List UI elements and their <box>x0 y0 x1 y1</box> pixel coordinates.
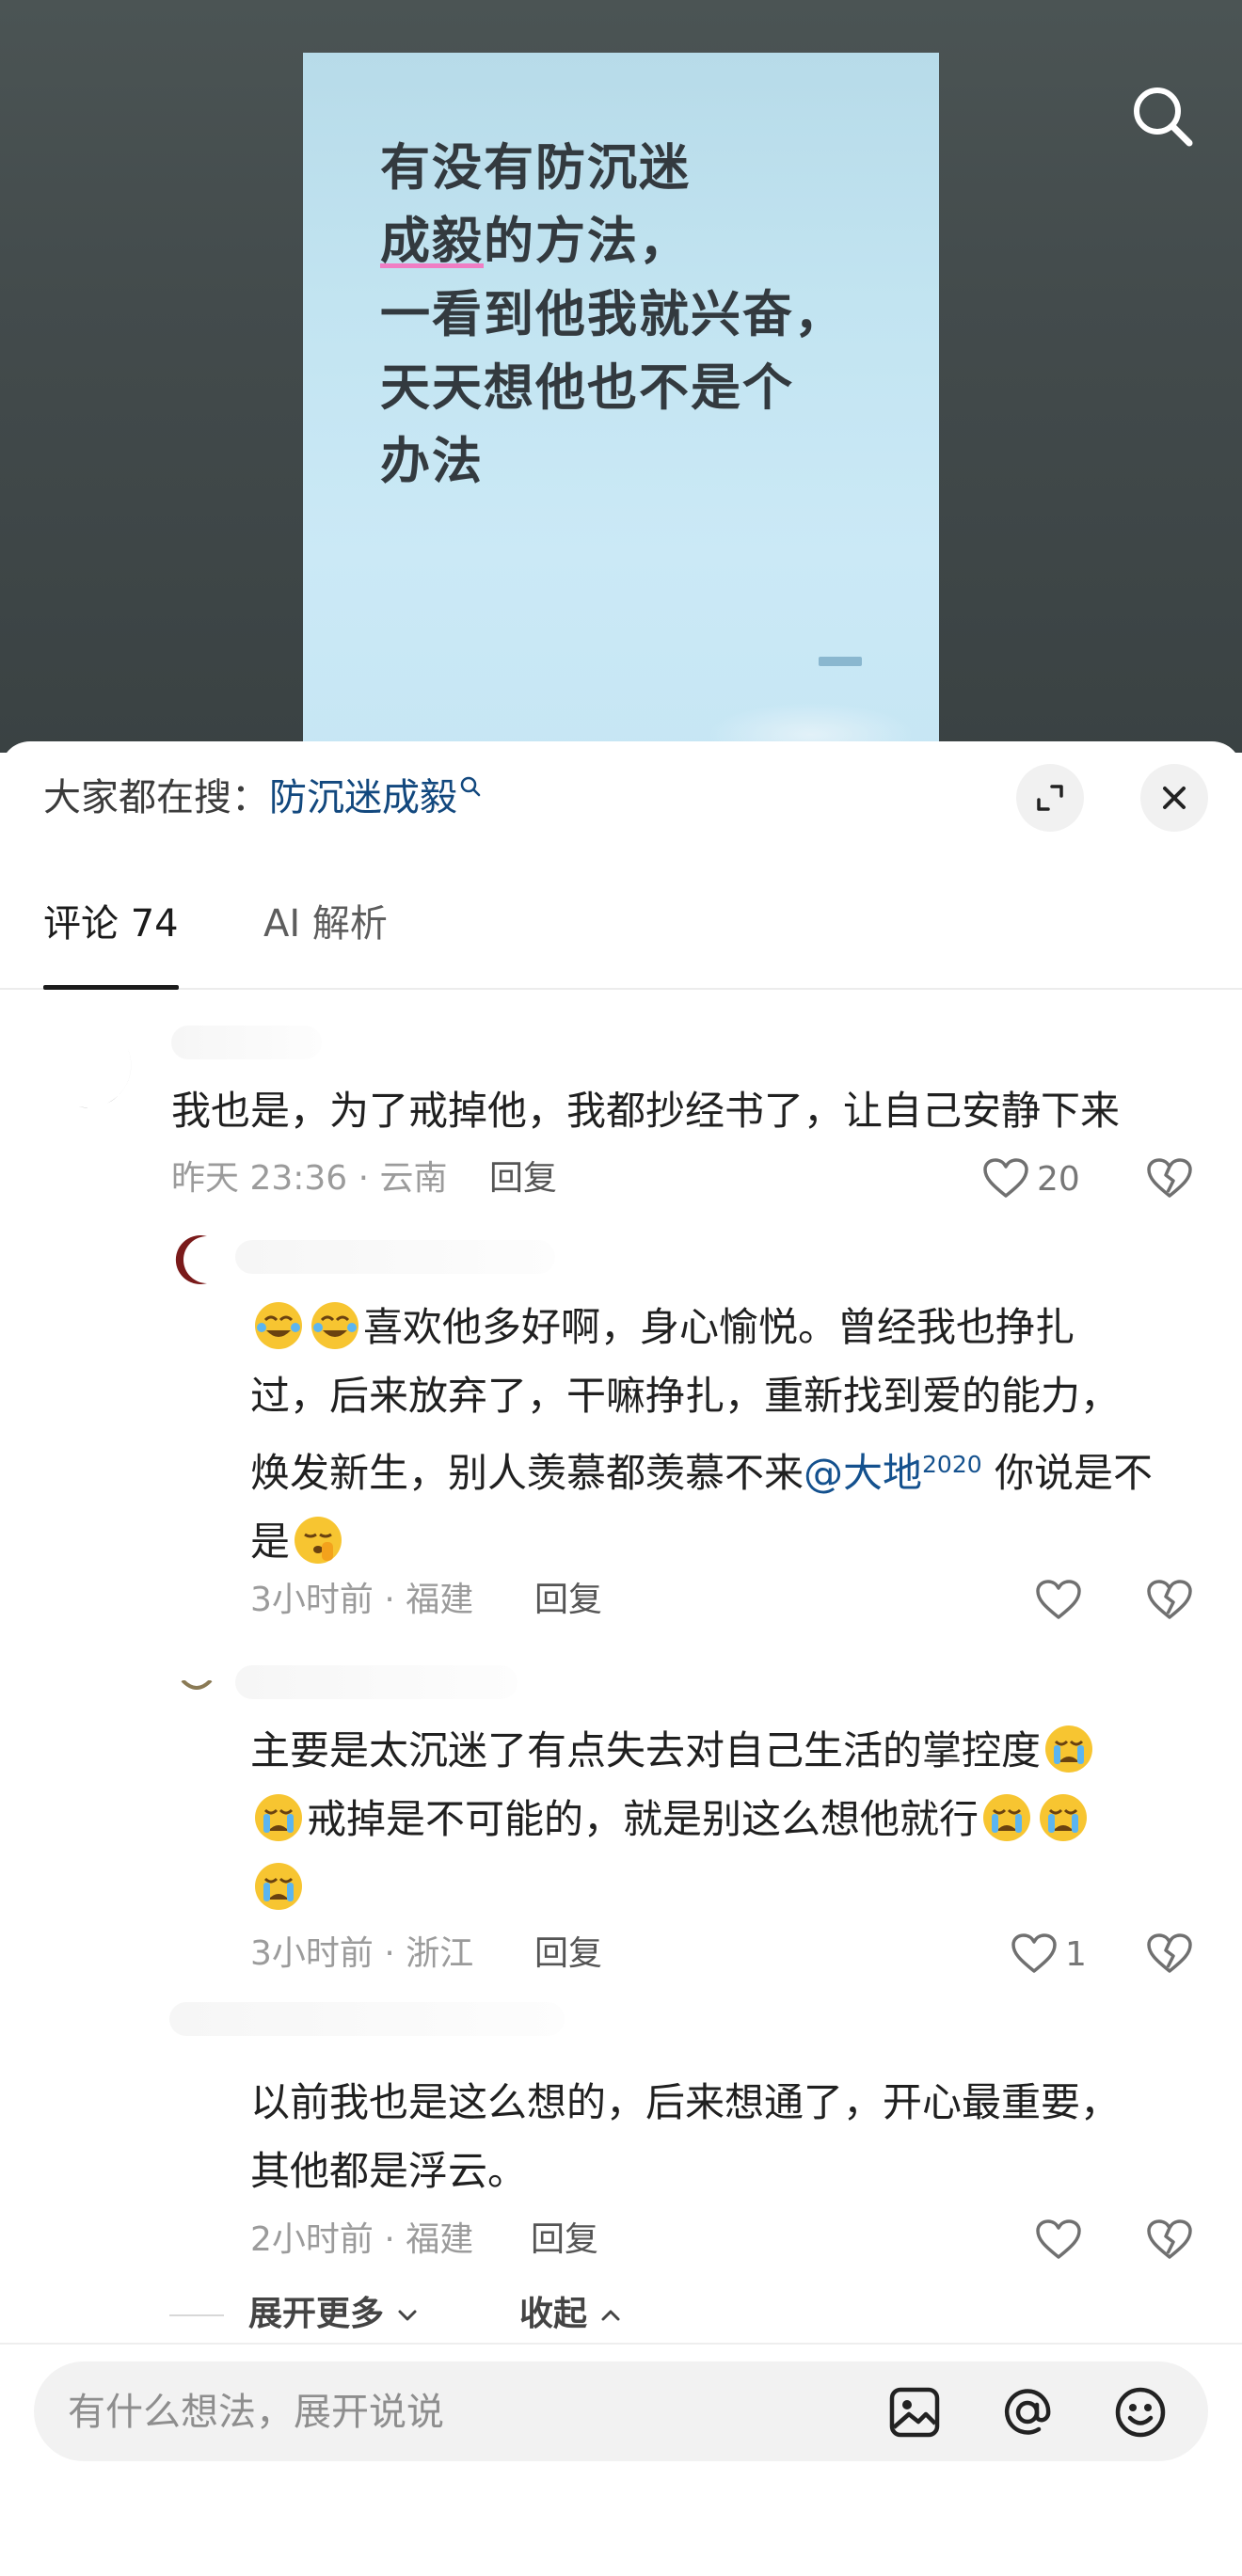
tab-ai-analysis[interactable]: AI 解析 <box>263 890 388 988</box>
caption-line-tail: 的方法， <box>484 213 691 270</box>
mention-button[interactable] <box>999 2384 1056 2441</box>
image-button[interactable] <box>886 2384 943 2441</box>
hot-search-prefix: 大家都在搜： <box>43 776 269 819</box>
crying-emoji-icon <box>255 1863 302 1910</box>
like-count: 20 <box>1037 1159 1080 1199</box>
reply-button[interactable]: 回复 <box>489 1155 557 1202</box>
comment-meta: 2小时前 · 福建 <box>250 2220 474 2259</box>
dislike-button[interactable] <box>1146 1931 1193 1978</box>
mention-link[interactable]: @大地 <box>804 1450 922 1496</box>
dislike-button[interactable] <box>1146 1155 1193 1202</box>
at-sign-icon <box>1004 2389 1051 2435</box>
broken-heart-icon <box>1147 1933 1192 1973</box>
avatar[interactable] <box>51 1024 149 1121</box>
username-blurred <box>169 2002 565 2036</box>
avatar[interactable] <box>169 1232 224 1287</box>
caption-line: 天天想他也不是个 <box>380 359 794 417</box>
comment-meta: 3小时前 · 福建 <box>250 1581 474 1619</box>
video-decoration <box>819 657 862 666</box>
comment-text: 以前我也是这么想的，后来想通了，开心最重要， 其他都是浮云。 <box>250 2079 1121 2194</box>
video-player[interactable]: 有没有防沉迷 成毅的方法， 一看到他我就兴奋， 天天想他也不是个 办法 <box>0 0 1242 768</box>
heart-icon <box>1011 1933 1057 1973</box>
hot-search-term[interactable]: 防沉迷成毅 <box>269 776 457 819</box>
broken-heart-icon <box>1147 2219 1192 2259</box>
like-button[interactable] <box>1035 2217 1090 2264</box>
expand-icon <box>1037 785 1063 811</box>
like-count: 1 <box>1065 1934 1087 1974</box>
comment-input[interactable] <box>66 2380 785 2444</box>
caption-underlined-word: 成毅 <box>380 213 484 270</box>
emoji-button[interactable] <box>1112 2384 1169 2441</box>
mention-superscript: 2020 <box>922 1451 982 1478</box>
broken-heart-icon <box>1147 1158 1192 1198</box>
close-button[interactable] <box>1140 764 1208 832</box>
crying-emoji-icon <box>983 1794 1031 1841</box>
avatar-moon-image <box>175 1235 207 1284</box>
chevron-up-icon <box>601 2310 620 2321</box>
reply-button[interactable]: 回复 <box>534 1931 602 1978</box>
hot-search-bar[interactable]: 大家都在搜：防沉迷成毅 <box>43 770 484 826</box>
comment-meta: 3小时前 · 浙江 <box>250 1934 474 1973</box>
comment-text: 喜欢他多好啊，身心愉悦。曾经我也挣扎 过，后来放弃了，干嘛挣扎，重新找到爱的能力… <box>250 1293 1153 1576</box>
username-blurred <box>235 1240 555 1274</box>
crying-emoji-icon <box>1045 1725 1093 1773</box>
broken-heart-icon <box>1147 1580 1192 1619</box>
like-button[interactable] <box>1035 1577 1090 1624</box>
chevron-down-icon <box>398 2310 417 2321</box>
caption-line: 一看到他我就兴奋， <box>380 286 846 343</box>
expand-fullscreen-button[interactable] <box>1016 764 1084 832</box>
image-icon <box>889 2387 940 2438</box>
search-icon <box>1134 87 1193 147</box>
search-button[interactable] <box>1125 79 1201 154</box>
close-icon <box>1163 787 1186 809</box>
comment-text: 主要是太沉迷了有点失去对自己生活的掌控度 戒掉是不可能的，就是别这么想他就行 <box>250 1716 1097 1922</box>
dislike-button[interactable] <box>1146 2217 1193 2264</box>
like-button[interactable]: 1 <box>1011 1931 1087 1978</box>
comment-composer <box>34 2361 1208 2461</box>
comment-tabs: 评论 74 AI 解析 <box>0 890 1242 990</box>
comment-meta: 昨天 23:36 · 云南 <box>171 1159 448 1198</box>
like-button[interactable]: 20 <box>982 1155 1080 1202</box>
crying-emoji-icon <box>255 1794 302 1841</box>
crying-laughing-emoji-icon <box>311 1302 358 1349</box>
dislike-button[interactable] <box>1146 1577 1193 1624</box>
crying-emoji-icon <box>1040 1794 1088 1841</box>
username-blurred <box>171 1026 322 1059</box>
tab-comments[interactable]: 评论 74 <box>43 890 179 990</box>
caption-line: 办法 <box>380 433 484 490</box>
heart-icon <box>1036 1580 1081 1619</box>
heart-icon <box>983 1158 1028 1198</box>
heart-icon <box>1036 2219 1081 2259</box>
shush-emoji-icon <box>295 1517 342 1564</box>
divider <box>0 2343 1242 2345</box>
smiley-icon <box>1115 2387 1166 2438</box>
username-blurred <box>235 1665 518 1699</box>
collapse-button[interactable]: 收起 <box>519 2286 624 2343</box>
search-icon <box>460 776 481 797</box>
expand-more-button[interactable]: 展开更多 <box>248 2286 421 2343</box>
avatar-moon-image <box>53 1026 147 1120</box>
reply-button[interactable]: 回复 <box>531 2217 598 2264</box>
video-frame: 有没有防沉迷 成毅的方法， 一看到他我就兴奋， 天天想他也不是个 办法 <box>303 53 939 768</box>
comment-text: 我也是，为了戒掉他，我都抄经书了，让自己安静下来 <box>171 1088 1121 1134</box>
video-caption: 有没有防沉迷 成毅的方法， 一看到他我就兴奋， 天天想他也不是个 办法 <box>380 132 907 499</box>
reply-button[interactable]: 回复 <box>534 1577 602 1624</box>
crying-laughing-emoji-icon <box>255 1302 302 1349</box>
divider <box>169 2314 224 2316</box>
caption-line: 有没有防沉迷 <box>380 139 691 197</box>
